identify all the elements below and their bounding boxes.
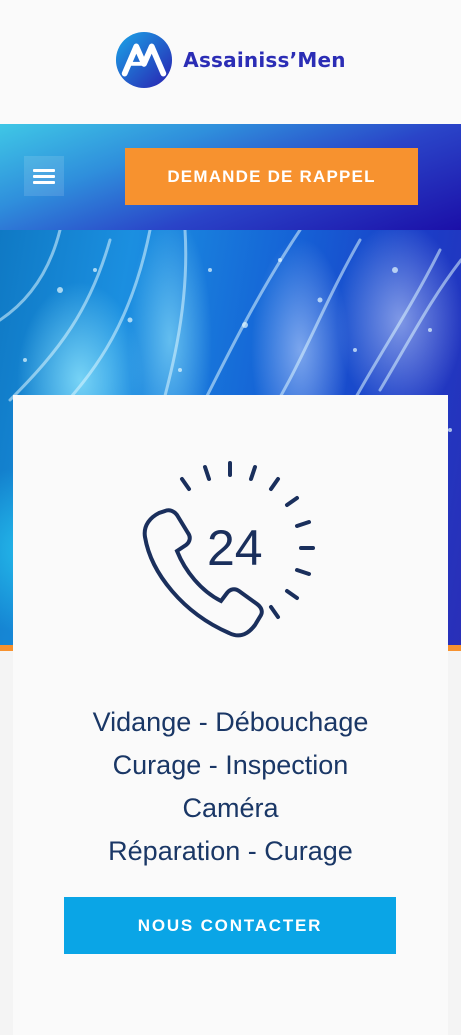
logo[interactable]: Assainiss’Men xyxy=(115,31,346,89)
svg-text:24: 24 xyxy=(207,520,263,576)
phone-24h-icon: 24 xyxy=(142,461,315,638)
site-header: Assainiss’Men xyxy=(0,0,461,124)
menu-button[interactable] xyxy=(24,156,64,196)
service-line: Réparation - Curage xyxy=(108,836,353,866)
service-line: Curage - Inspection xyxy=(112,750,349,780)
contact-button[interactable]: NOUS CONTACTER xyxy=(64,897,396,954)
hamburger-icon xyxy=(33,166,55,187)
callback-request-button[interactable]: DEMANDE DE RAPPEL xyxy=(125,148,418,205)
services-list: Vidange - Débouchage Curage - Inspection… xyxy=(13,701,448,873)
services-card: 24 Vidange - Débouchage Curage - Inspect… xyxy=(13,395,448,1035)
am-logo-icon xyxy=(116,31,173,89)
service-line: Caméra xyxy=(182,793,279,823)
service-line: Vidange - Débouchage xyxy=(92,707,369,737)
brand-name: Assainiss’Men xyxy=(183,48,346,72)
